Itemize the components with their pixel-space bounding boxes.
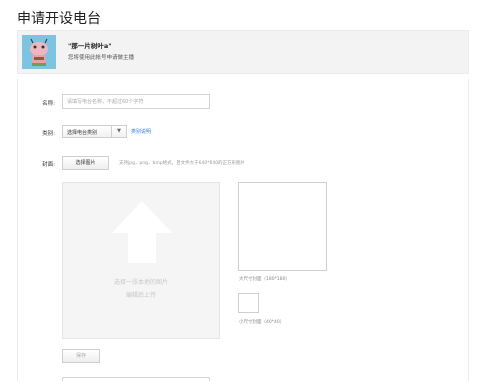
next-field-input[interactable] xyxy=(62,377,210,381)
chevron-down-icon: ▼ xyxy=(111,126,126,137)
user-note: 您将使用此帐号申请做主播 xyxy=(68,55,135,61)
upload-text-line1: 选择一张本地的图片 xyxy=(113,279,168,286)
upload-area[interactable]: 选择一张本地的图片 编辑后上传 xyxy=(62,182,220,339)
category-select[interactable]: 选择电台类别 ▼ xyxy=(62,125,127,138)
category-select-value: 选择电台类别 xyxy=(67,130,98,136)
avatar xyxy=(22,35,56,69)
cover-format-hint: 支持jpg，png，bmp格式，且文件大于640*640的正方形图片 xyxy=(119,161,246,166)
small-cover-label: 小尺寸封面（40*40） xyxy=(239,320,285,325)
category-help-link[interactable]: 类别说明 xyxy=(131,128,151,135)
small-cover-preview xyxy=(238,293,259,313)
page-title: 申请开设电台 xyxy=(17,11,101,27)
upload-text-line2: 编辑后上传 xyxy=(125,292,156,299)
user-header: "那一片树叶a" 您将使用此帐号申请做主播 xyxy=(17,30,469,74)
name-label: 名称: xyxy=(42,101,55,107)
user-name: "那一片树叶a" xyxy=(68,42,112,50)
large-cover-preview xyxy=(238,182,327,271)
large-cover-label: 大尺寸封面（180*180） xyxy=(239,277,290,282)
category-label: 类别: xyxy=(42,131,55,137)
upload-arrow-icon xyxy=(112,201,172,263)
choose-image-button[interactable]: 选择图片 xyxy=(62,156,109,170)
avatar-cartoon-icon xyxy=(22,35,56,69)
station-name-input[interactable] xyxy=(62,94,210,109)
cover-label: 封面: xyxy=(42,162,55,168)
save-button[interactable]: 保存 xyxy=(62,349,100,363)
